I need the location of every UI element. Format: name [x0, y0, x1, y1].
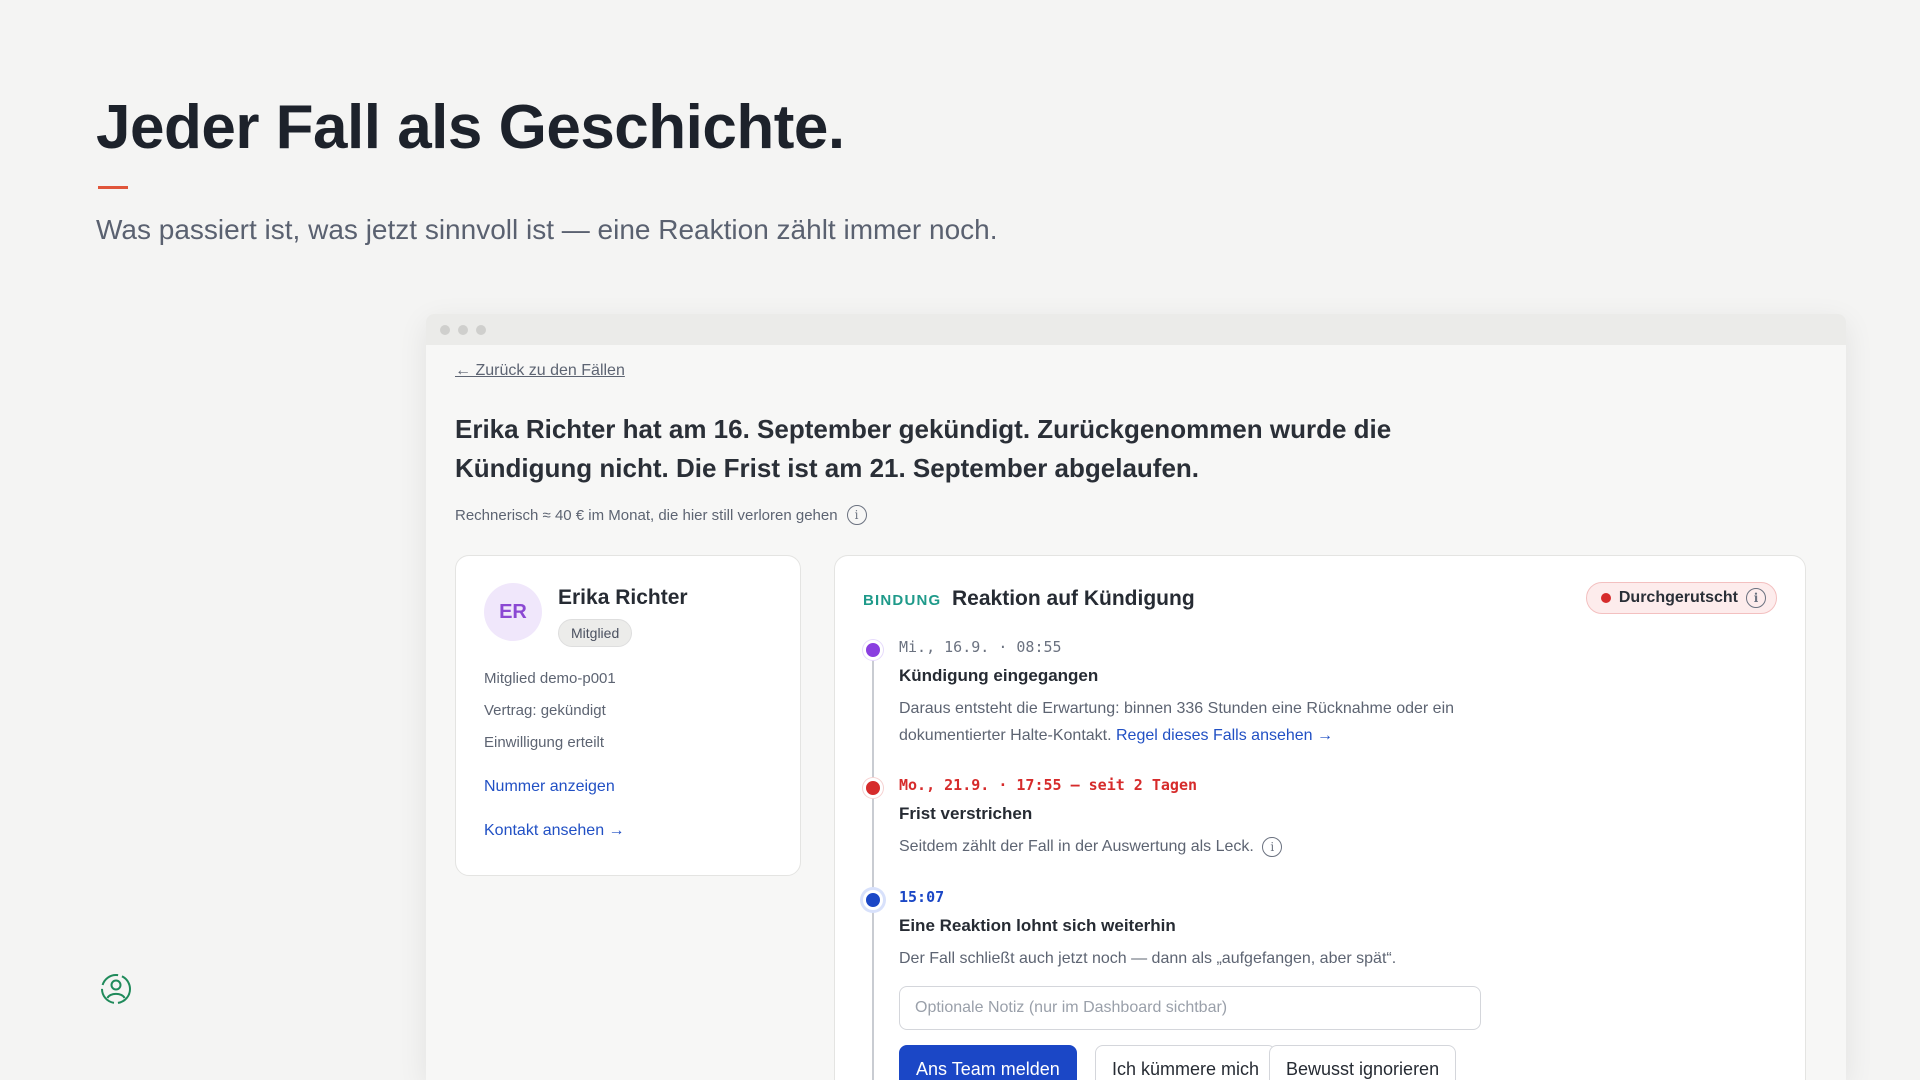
status-badge: Durchgerutscht i — [1585, 582, 1777, 614]
consent-status: Einwilligung erteilt — [484, 734, 605, 751]
view-rule-link[interactable]: Regel dieses Falls ansehen → — [1116, 727, 1333, 744]
event-title: Eine Reaktion lohnt sich weiterhin — [899, 916, 1176, 935]
timeline-card: BINDUNG Reaktion auf Kündigung Durchgeru… — [834, 555, 1806, 1080]
status-dot-icon — [1600, 593, 1611, 603]
window-dot-icon — [476, 324, 486, 335]
info-icon[interactable]: i — [1262, 836, 1283, 857]
timeline-line — [872, 656, 874, 1080]
event-time: Mo., 21.9. · 17:55 — seit 2 Tagen — [899, 776, 1198, 794]
back-to-cases-link[interactable]: ← Zurück zu den Fällen — [455, 362, 625, 380]
window-dot-icon — [458, 324, 468, 335]
window-dot-icon — [440, 324, 450, 335]
person-card: ER Erika Richter Mitglied Mitglied demo-… — [455, 555, 801, 876]
view-contact-link[interactable]: Kontakt ansehen → — [484, 822, 625, 840]
app-window: ← Zurück zu den Fällen Erika Richter hat… — [426, 314, 1846, 1080]
window-titlebar — [426, 314, 1846, 345]
timeline-dot-icon — [863, 640, 883, 660]
timeline-dot-icon — [863, 778, 883, 798]
contract-status: Vertrag: gekündigt — [484, 702, 606, 719]
event-description: Der Fall schließt auch jetzt noch — dann… — [899, 950, 1397, 967]
event-description: Daraus entsteht die Erwartung: binnen 33… — [899, 695, 1539, 749]
slide-title: Jeder Fall als Geschichte. — [96, 93, 845, 162]
ignore-button[interactable]: Bewusst ignorieren — [1269, 1045, 1457, 1080]
member-id: Mitglied demo-p001 — [484, 670, 616, 687]
timeline-dot-icon — [863, 890, 883, 910]
event-description: Seitdem zählt der Fall in der Auswertung… — [899, 833, 1539, 860]
info-icon[interactable]: i — [846, 505, 867, 525]
title-accent-rule — [98, 186, 128, 189]
event-time: Mi., 16.9. · 08:55 — [899, 638, 1062, 656]
case-title: Reaktion auf Kündigung — [952, 587, 1195, 610]
case-headline: Erika Richter hat am 16. September gekün… — [455, 414, 1392, 483]
event-title: Frist verstrichen — [899, 804, 1033, 823]
event-time: 15:07 — [899, 888, 945, 906]
status-label: Durchgerutscht — [1618, 589, 1738, 606]
avatar: ER — [484, 583, 542, 641]
report-to-team-button[interactable]: Ans Team melden — [899, 1045, 1077, 1080]
slide-subtitle: Was passiert ist, was jetzt sinnvoll ist… — [96, 214, 998, 245]
event-title: Kündigung eingegangen — [899, 666, 1099, 685]
note-input[interactable] — [899, 986, 1481, 1030]
person-name: Erika Richter — [558, 586, 688, 609]
role-badge: Mitglied — [558, 619, 633, 647]
case-loss-note: Rechnerisch ≈ 40 € im Monat, die hier st… — [455, 505, 867, 525]
case-category: BINDUNG — [863, 592, 942, 609]
show-number-link[interactable]: Nummer anzeigen — [484, 778, 615, 796]
person-circle-icon — [101, 974, 131, 1004]
info-icon[interactable]: i — [1746, 588, 1766, 608]
take-care-button[interactable]: Ich kümmere mich — [1095, 1045, 1277, 1080]
event-description-text: Seitdem zählt der Fall in der Auswertung… — [899, 838, 1254, 855]
loss-note-text: Rechnerisch ≈ 40 € im Monat, die hier st… — [455, 506, 838, 524]
